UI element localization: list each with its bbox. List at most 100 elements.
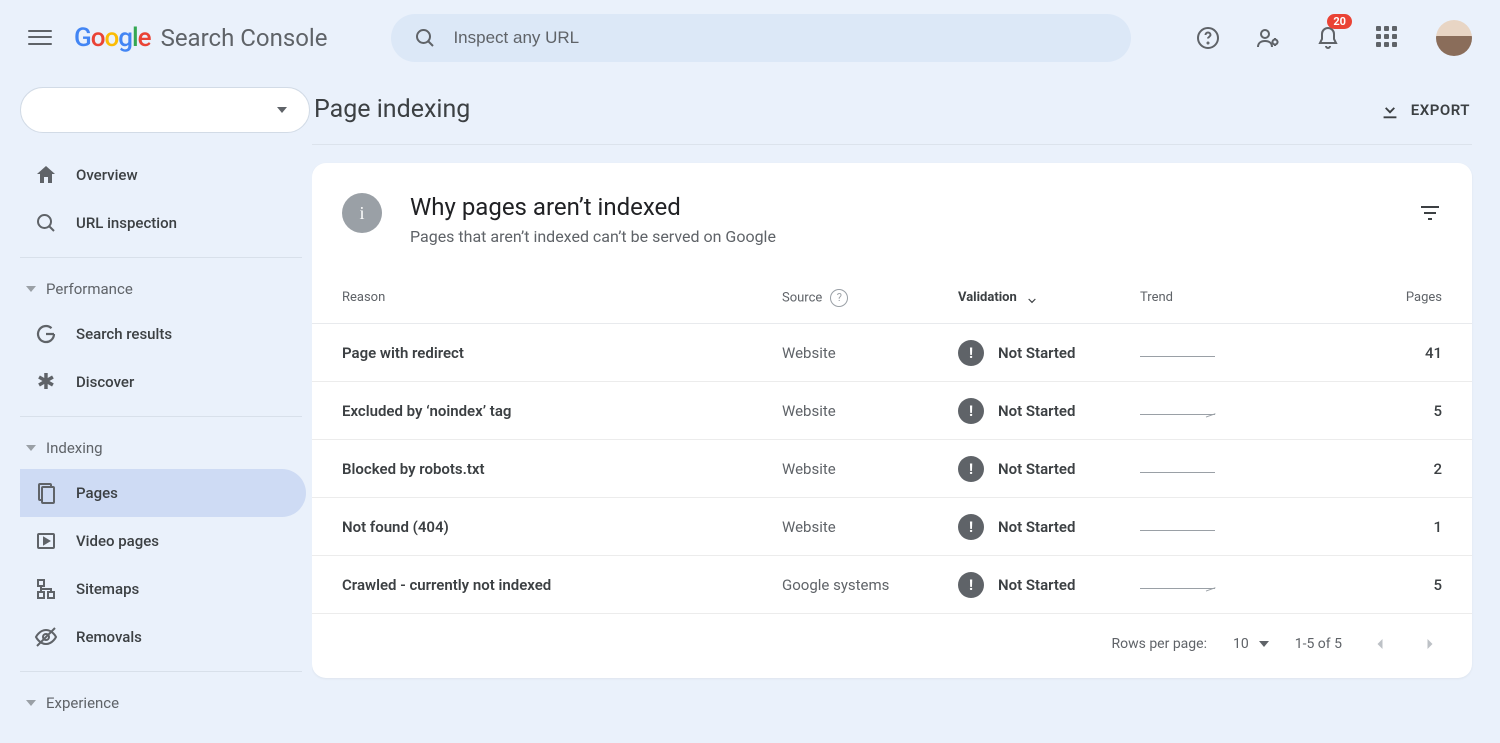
cell-validation: !Not Started	[958, 456, 1140, 482]
sidebar-item-sitemaps[interactable]: Sitemaps	[20, 565, 306, 613]
alert-icon: !	[958, 340, 984, 366]
col-source: Source?	[782, 289, 958, 307]
next-page-button[interactable]	[1418, 632, 1442, 656]
home-icon	[34, 163, 58, 187]
table-row[interactable]: Crawled - currently not indexedGoogle sy…	[312, 556, 1472, 614]
sidebar-item-discover[interactable]: ✱ Discover	[20, 358, 306, 406]
sidebar-label: Overview	[76, 166, 138, 184]
sidebar-item-video-pages[interactable]: Video pages	[20, 517, 306, 565]
sidebar-item-search-results[interactable]: Search results	[20, 310, 306, 358]
table-row[interactable]: Excluded by ‘noindex’ tagWebsite!Not Sta…	[312, 382, 1472, 440]
sidebar-label: Discover	[76, 373, 134, 391]
sidebar-section-indexing[interactable]: Indexing	[20, 427, 312, 469]
video-icon	[34, 529, 58, 553]
pager-range: 1-5 of 5	[1295, 636, 1342, 652]
notification-badge: 20	[1327, 14, 1352, 29]
col-validation[interactable]: Validation	[958, 290, 1140, 305]
trend-sparkline	[1140, 581, 1215, 589]
alert-icon: !	[958, 456, 984, 482]
cell-reason: Excluded by ‘noindex’ tag	[342, 402, 782, 420]
filter-icon[interactable]	[1418, 201, 1442, 225]
rows-per-page-label: Rows per page:	[1111, 636, 1206, 652]
cell-trend	[1140, 407, 1330, 415]
divider	[20, 416, 302, 417]
sidebar-item-removals[interactable]: Removals	[20, 613, 306, 661]
table-row[interactable]: Not found (404)Website!Not Started 1	[312, 498, 1472, 556]
cell-trend	[1140, 349, 1330, 357]
cell-pages: 2	[1330, 460, 1442, 478]
export-label: EXPORT	[1411, 101, 1470, 119]
cell-source: Website	[782, 344, 958, 362]
table-header: Reason Source? Validation Trend Pages	[312, 272, 1472, 324]
cell-trend	[1140, 523, 1330, 531]
col-pages: Pages	[1330, 290, 1442, 305]
help-icon[interactable]	[1196, 26, 1220, 50]
sidebar-item-url-inspection[interactable]: URL inspection	[20, 199, 306, 247]
divider	[20, 257, 302, 258]
alert-icon: !	[958, 514, 984, 540]
trend-sparkline	[1140, 465, 1215, 473]
card-subtitle: Pages that aren’t indexed can’t be serve…	[410, 227, 776, 246]
cell-pages: 5	[1330, 402, 1442, 420]
cell-reason: Not found (404)	[342, 518, 782, 536]
main-content: Page indexing EXPORT i Why pages aren’t …	[312, 75, 1500, 743]
export-button[interactable]: EXPORT	[1379, 99, 1470, 121]
cell-validation: !Not Started	[958, 340, 1140, 366]
sidebar-label: Search results	[76, 325, 172, 343]
cell-reason: Blocked by robots.txt	[342, 460, 782, 478]
cell-source: Website	[782, 460, 958, 478]
cell-validation: !Not Started	[958, 514, 1140, 540]
trend-sparkline	[1140, 407, 1215, 415]
url-search[interactable]	[391, 14, 1131, 62]
rows-per-page-select[interactable]: 10	[1233, 636, 1269, 652]
cell-pages: 1	[1330, 518, 1442, 536]
chevron-down-icon	[277, 107, 287, 113]
help-icon[interactable]: ?	[830, 289, 848, 307]
info-icon: i	[342, 193, 382, 233]
sidebar-label: URL inspection	[76, 214, 177, 232]
arrow-down-icon	[1025, 291, 1039, 305]
product-logo[interactable]: Google Search Console	[74, 23, 327, 53]
table-pager: Rows per page: 10 1-5 of 5	[312, 614, 1472, 678]
sidebar-item-pages[interactable]: Pages	[20, 469, 306, 517]
sidebar-item-overview[interactable]: Overview	[20, 151, 306, 199]
chevron-down-icon	[26, 445, 36, 451]
menu-icon[interactable]	[28, 26, 52, 50]
sidebar-section-experience[interactable]: Experience	[20, 682, 312, 724]
cell-reason: Page with redirect	[342, 344, 782, 362]
asterisk-icon: ✱	[34, 370, 58, 394]
divider	[20, 671, 302, 672]
cell-pages: 5	[1330, 576, 1442, 594]
trend-sparkline	[1140, 523, 1215, 531]
sidebar-label: Pages	[76, 484, 118, 502]
sidebar-label: Sitemaps	[76, 580, 139, 598]
chevron-down-icon	[1259, 641, 1269, 647]
cell-validation: !Not Started	[958, 572, 1140, 598]
col-reason: Reason	[342, 290, 782, 305]
avatar[interactable]	[1436, 20, 1472, 56]
property-selector[interactable]	[20, 87, 310, 133]
eye-off-icon	[34, 625, 58, 649]
sidebar-label: Video pages	[76, 532, 159, 550]
notifications-icon[interactable]: 20	[1316, 26, 1340, 50]
col-trend: Trend	[1140, 290, 1330, 305]
prev-page-button[interactable]	[1368, 632, 1392, 656]
cell-pages: 41	[1330, 344, 1442, 362]
table-row[interactable]: Blocked by robots.txtWebsite!Not Started…	[312, 440, 1472, 498]
sidebar-label: Removals	[76, 628, 142, 646]
search-icon	[34, 211, 58, 235]
search-input[interactable]	[453, 28, 1109, 48]
table-row[interactable]: Page with redirectWebsite!Not Started 41	[312, 324, 1472, 382]
manage-users-icon[interactable]	[1256, 26, 1280, 50]
product-name: Search Console	[161, 24, 328, 52]
g-icon	[34, 322, 58, 346]
card-title: Why pages aren’t indexed	[410, 193, 776, 221]
download-icon	[1379, 99, 1401, 121]
apps-icon[interactable]	[1376, 26, 1400, 50]
search-icon	[413, 26, 437, 50]
pages-icon	[34, 481, 58, 505]
cell-source: Website	[782, 518, 958, 536]
page-header: Page indexing EXPORT	[312, 95, 1472, 145]
cell-trend	[1140, 581, 1330, 589]
sidebar-section-performance[interactable]: Performance	[20, 268, 312, 310]
